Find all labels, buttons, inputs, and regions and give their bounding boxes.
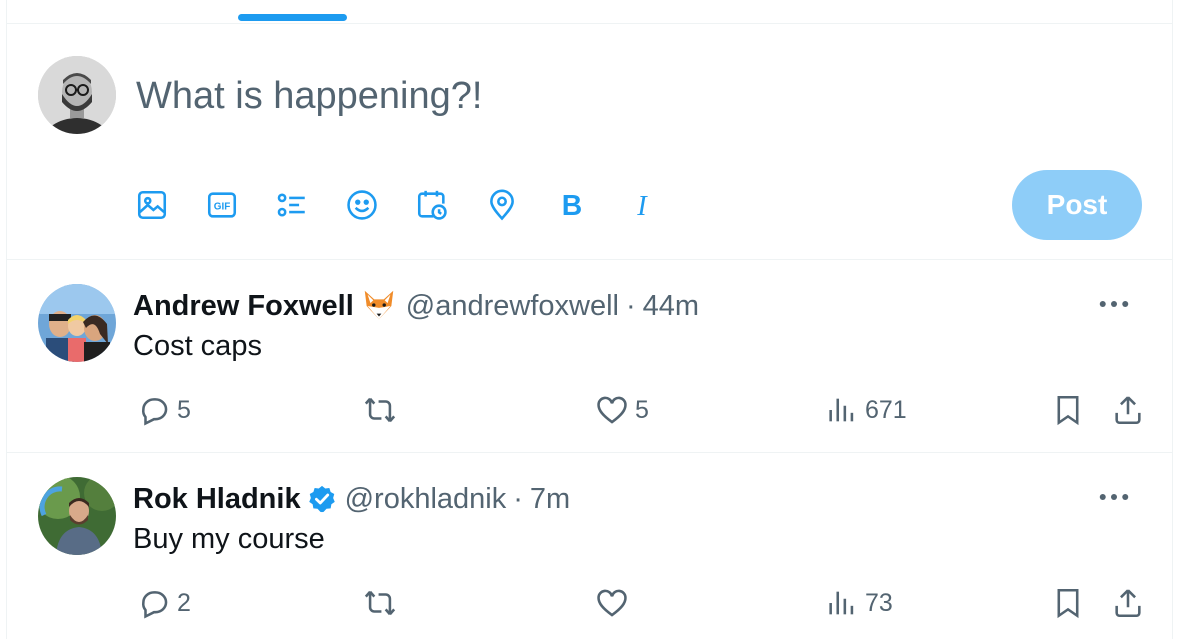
reply-count: 5 (177, 395, 191, 424)
more-icon (1099, 494, 1129, 500)
bookmark-icon (1057, 395, 1079, 426)
like-button[interactable] (595, 583, 635, 623)
repost-icon (364, 590, 396, 616)
more-options-button[interactable] (1096, 483, 1132, 511)
tweet-header: Andrew Foxwell @andrewfoxwell · 44m (133, 286, 699, 326)
location-icon[interactable] (481, 184, 523, 226)
poll-icon[interactable] (271, 184, 313, 226)
views-button[interactable]: 671 (825, 390, 907, 430)
avatar[interactable] (38, 477, 116, 555)
emoji-icon[interactable] (341, 184, 383, 226)
more-options-button[interactable] (1096, 290, 1132, 318)
schedule-icon[interactable] (411, 184, 453, 226)
timestamp[interactable]: 44m (643, 290, 699, 323)
reply-button[interactable]: 2 (137, 583, 191, 623)
share-button[interactable] (1111, 583, 1145, 623)
verified-badge-icon (307, 484, 337, 514)
andrew-avatar-image (38, 284, 116, 362)
timeline-column: GIF (6, 0, 1173, 639)
avatar[interactable] (38, 284, 116, 362)
compose-input[interactable] (136, 70, 1036, 122)
repost-button[interactable] (363, 390, 403, 430)
post-button[interactable]: Post (1012, 170, 1142, 240)
tweet-text: Buy my course (133, 523, 325, 555)
fox-emoji-icon (360, 287, 398, 325)
tweet-actions: 5 5 671 (129, 390, 1149, 430)
views-count: 671 (865, 395, 907, 424)
rok-avatar-image (38, 477, 116, 555)
gif-icon[interactable]: GIF (201, 184, 243, 226)
repost-button[interactable] (363, 583, 403, 623)
bookmark-button[interactable] (1051, 390, 1085, 430)
views-icon (829, 591, 854, 615)
like-count: 5 (635, 395, 649, 424)
bookmark-button[interactable] (1051, 583, 1085, 623)
more-icon (1099, 301, 1129, 307)
image-icon[interactable] (131, 184, 173, 226)
gif-label: GIF (214, 202, 231, 213)
timestamp[interactable]: 7m (530, 483, 570, 516)
reply-icon (142, 591, 168, 619)
reply-icon (142, 398, 168, 426)
views-icon (829, 398, 854, 422)
separator: · (625, 289, 636, 322)
views-button[interactable]: 73 (825, 583, 893, 623)
composer-toolbar: GIF B I (131, 184, 691, 226)
tweet-actions: 2 73 (129, 583, 1149, 623)
author-handle[interactable]: @andrewfoxwell (406, 290, 619, 323)
heart-icon (597, 589, 627, 617)
heart-icon (597, 396, 627, 424)
author-handle[interactable]: @rokhladnik (345, 483, 507, 516)
post-composer: GIF (7, 24, 1172, 260)
bold-icon[interactable]: B (551, 184, 593, 226)
author-name[interactable]: Andrew Foxwell (133, 290, 354, 323)
italic-label: I (636, 191, 648, 222)
views-count: 73 (865, 588, 893, 617)
reply-button[interactable]: 5 (137, 390, 191, 430)
bookmark-icon (1057, 588, 1079, 619)
tweet[interactable]: Andrew Foxwell @andrewfoxwell · 44m Cost… (7, 260, 1172, 453)
active-tab-indicator (238, 14, 347, 21)
separator: · (513, 482, 523, 515)
share-button[interactable] (1111, 390, 1145, 430)
bold-label: B (562, 190, 582, 222)
italic-icon[interactable]: I (621, 184, 663, 226)
repost-icon (364, 397, 396, 423)
share-icon (1115, 396, 1141, 425)
tweet-text: Cost caps (133, 330, 262, 362)
like-button[interactable]: 5 (595, 390, 649, 430)
avatar[interactable] (38, 56, 116, 134)
user-avatar-image (38, 56, 116, 134)
share-icon (1115, 589, 1141, 618)
tweet-header: Rok Hladnik @rokhladnik · 7m (133, 479, 570, 519)
author-name[interactable]: Rok Hladnik (133, 483, 301, 516)
reply-count: 2 (177, 588, 191, 617)
tweet[interactable]: Rok Hladnik @rokhladnik · 7m Buy my cour… (7, 453, 1172, 639)
